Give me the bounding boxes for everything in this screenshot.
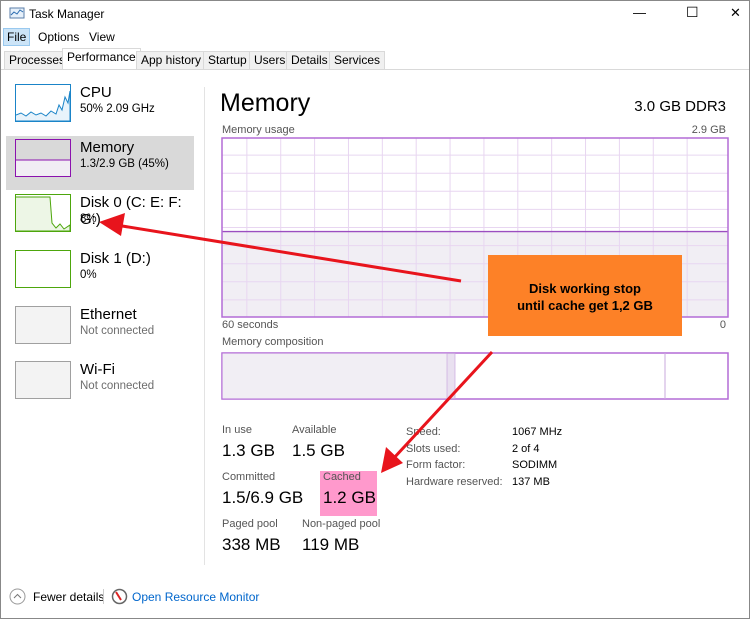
time-right: 0 xyxy=(719,319,726,331)
sidebar-label: Wi-Fi xyxy=(80,361,115,378)
open-resource-monitor-link[interactable]: Open Resource Monitor xyxy=(132,590,259,604)
disk0-thumbnail-graph xyxy=(15,194,71,232)
details-table: Speed: 1067 MHz Slots used: 2 of 4 Form fa… xyxy=(406,424,562,490)
paged-pool-label: Paged pool xyxy=(222,518,278,530)
cached-label: Cached xyxy=(323,471,361,483)
detail-key: Hardware reserved: xyxy=(406,475,503,488)
page-title: Memory xyxy=(220,89,311,117)
disk1-thumbnail-graph xyxy=(15,250,71,288)
nonpaged-pool-value: 119 MB xyxy=(302,535,360,554)
sidebar-label: Memory xyxy=(80,139,135,156)
nonpaged-pool-label: Non-paged pool xyxy=(302,518,381,530)
tab-app-history[interactable]: App history xyxy=(136,51,207,70)
sidebar-item-ethernet[interactable]: Ethernet Not connected xyxy=(6,303,194,357)
committed-value: 1.5/6.9 GB xyxy=(222,488,304,507)
time-left: 60 seconds xyxy=(222,319,279,331)
pane-divider xyxy=(204,87,205,565)
detail-key: Form factor: xyxy=(406,459,466,471)
available-label: Available xyxy=(292,424,337,436)
available-value: 1.5 GB xyxy=(292,441,345,460)
in-use-label: In use xyxy=(222,424,252,436)
detail-key: Speed: xyxy=(406,426,441,438)
detail-value: 2 of 4 xyxy=(512,442,540,455)
detail-key: Slots used: xyxy=(406,442,461,455)
minimize-button[interactable]: — xyxy=(633,5,646,20)
annotation-box: Disk working stop until cache get 1,2 GB xyxy=(488,255,682,336)
sidebar-sub: Not connected xyxy=(80,380,155,392)
maximize-button[interactable]: ☐ xyxy=(686,4,699,21)
menu-view[interactable]: View xyxy=(89,30,115,44)
usage-label: Memory usage xyxy=(222,124,295,136)
composition-label: Memory composition xyxy=(222,336,324,348)
modified-segment xyxy=(446,353,456,399)
sidebar-sub: 0% xyxy=(80,269,97,281)
annotation-line2: until cache get 1,2 GB xyxy=(517,298,653,313)
sidebar-label: CPU xyxy=(80,84,112,101)
detail-value: 1067 MHz xyxy=(512,426,563,438)
resource-monitor-icon xyxy=(111,588,128,605)
sidebar-item-memory[interactable]: Memory 1.3/2.9 GB (45%) xyxy=(6,136,194,190)
sidebar-sub: Not connected xyxy=(80,325,155,337)
detail-value: 137 MB xyxy=(512,475,550,488)
tab-details[interactable]: Details xyxy=(286,51,333,70)
sidebar-sub: 8% xyxy=(80,213,97,225)
fewer-details-button[interactable]: Fewer details xyxy=(33,590,104,604)
committed-label: Committed xyxy=(222,471,276,483)
window-title: Task Manager xyxy=(29,7,105,21)
sidebar-sub: 50% 2.09 GHz xyxy=(80,103,155,115)
cached-value: 1.2 GB xyxy=(323,488,376,507)
sidebar-item-disk0[interactable]: Disk 0 (C: E: F: G:) 8% xyxy=(6,191,194,245)
chevron-up-circle-icon[interactable] xyxy=(9,588,26,605)
ethernet-thumbnail-graph xyxy=(15,306,71,344)
sidebar-item-disk1[interactable]: Disk 1 (D:) 0% xyxy=(6,247,194,301)
tab-users[interactable]: Users xyxy=(249,51,291,70)
sidebar-label: Ethernet xyxy=(80,306,137,323)
menu-options[interactable]: Options xyxy=(38,30,79,44)
arrowhead-icon xyxy=(381,447,403,473)
sidebar-label: Disk 1 (D:) xyxy=(80,250,151,267)
cpu-thumbnail-graph xyxy=(15,84,71,122)
sidebar-item-cpu[interactable]: CPU 50% 2.09 GHz xyxy=(6,81,194,135)
in-use-segment xyxy=(222,353,448,399)
menu-file[interactable]: File xyxy=(3,28,31,46)
annotation-line1: Disk working stop xyxy=(529,281,641,296)
detail-value: SODIMM xyxy=(512,459,558,471)
usage-max: 2.9 GB xyxy=(691,124,726,136)
task-manager-window: Task Manager — ☐ ✕ File Options View Pro… xyxy=(0,0,750,619)
tab-services[interactable]: Services xyxy=(329,51,386,70)
in-use-value: 1.3 GB xyxy=(222,441,275,460)
memory-thumbnail-graph xyxy=(15,139,71,177)
tab-processes[interactable]: Processes xyxy=(4,51,71,70)
paged-pool-value: 338 MB xyxy=(222,535,281,554)
close-button[interactable]: ✕ xyxy=(730,5,741,21)
tab-performance[interactable]: Performance xyxy=(62,48,141,69)
sidebar-item-wifi[interactable]: Wi-Fi Not connected xyxy=(6,358,194,412)
tab-divider xyxy=(1,69,749,70)
sidebar-sub: 1.3/2.9 GB (45%) xyxy=(80,158,169,170)
task-manager-icon xyxy=(9,7,25,19)
sidebar-label: Disk 0 (C: E: F: G:) xyxy=(80,194,182,228)
wifi-thumbnail-graph xyxy=(15,361,71,399)
memory-composition-bar xyxy=(221,352,729,400)
tab-startup[interactable]: Startup xyxy=(203,51,252,70)
memory-spec: 3.0 GB DDR3 xyxy=(634,98,726,115)
